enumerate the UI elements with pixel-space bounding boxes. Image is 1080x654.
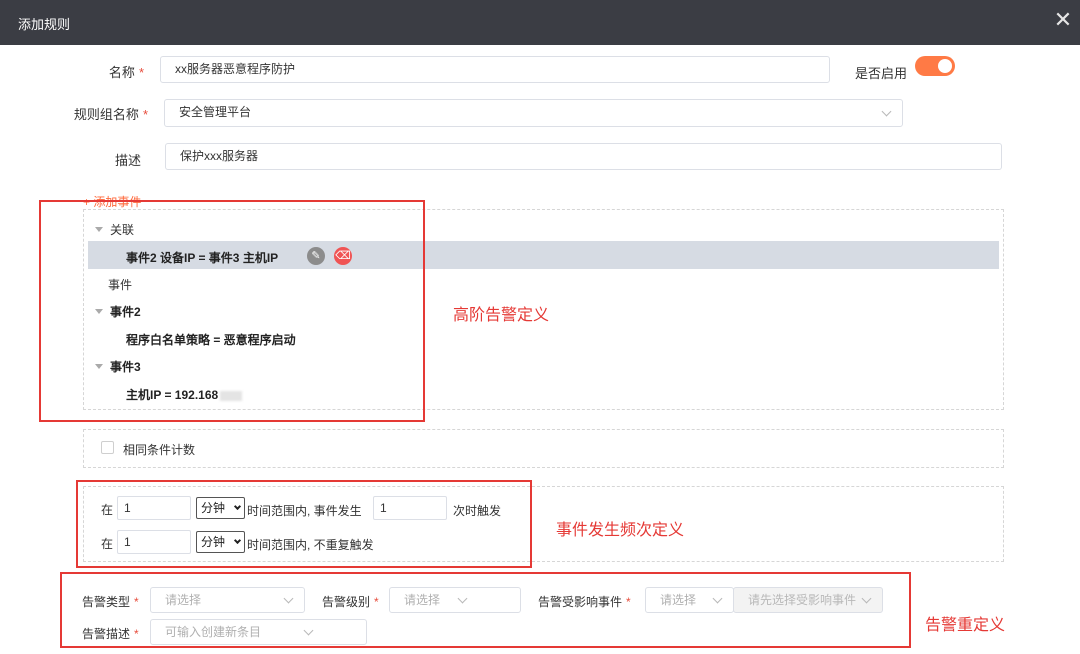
name-label: 名称 *: [108, 65, 144, 80]
enable-label: 是否启用: [855, 66, 908, 81]
annotation-alarm: 告警重定义: [925, 617, 1006, 634]
annotation-advanced: 高阶告警定义: [453, 307, 550, 324]
desc-label: 描述: [115, 153, 142, 168]
annotation-box-advanced: [39, 200, 425, 422]
close-icon[interactable]: ✕: [1052, 9, 1074, 31]
enable-toggle[interactable]: [915, 56, 955, 76]
same-condition-panel: [83, 429, 1004, 468]
name-input[interactable]: xx服务器恶意程序防护: [160, 56, 830, 83]
same-condition-checkbox[interactable]: [101, 441, 114, 454]
chevron-down-icon: [881, 106, 892, 117]
same-condition-label: 相同条件计数: [123, 443, 196, 457]
group-select[interactable]: 安全管理平台: [164, 99, 903, 127]
group-select-value: 安全管理平台: [179, 105, 252, 119]
annotation-box-alarm: [60, 572, 911, 648]
annotation-frequency: 事件发生频次定义: [556, 522, 685, 539]
dialog-header: 添加规则 ✕: [0, 0, 1080, 45]
dialog-title: 添加规则: [18, 17, 71, 32]
toggle-knob: [938, 59, 952, 73]
group-label: 规则组名称 *: [73, 107, 148, 122]
annotation-box-frequency: [76, 480, 532, 568]
desc-input[interactable]: 保护xxx服务器: [165, 143, 1002, 170]
